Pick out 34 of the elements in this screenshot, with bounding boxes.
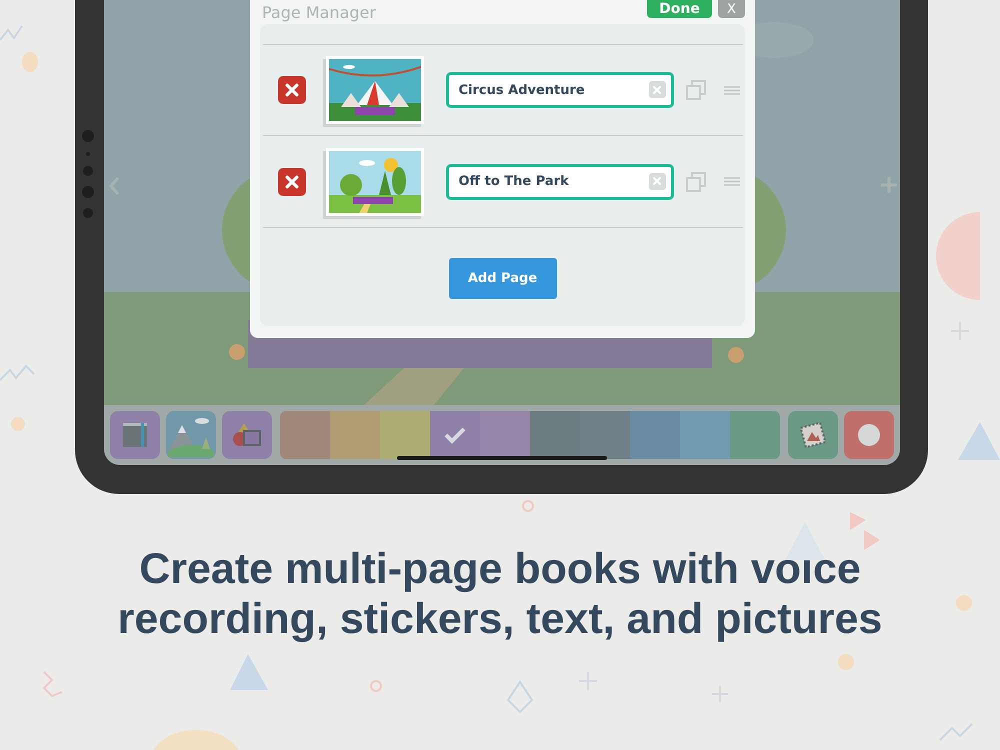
tool-button[interactable] — [110, 411, 160, 459]
tool-button[interactable] — [222, 411, 272, 459]
color-swatch[interactable] — [630, 411, 680, 459]
color-swatch[interactable] — [380, 411, 430, 459]
zigzag-decoration — [0, 25, 23, 41]
ring-decoration — [522, 500, 534, 512]
zigzag-decoration — [0, 364, 35, 381]
triangle-decoration — [958, 422, 1000, 460]
color-swatch[interactable] — [330, 411, 380, 459]
dot-decoration — [11, 417, 25, 431]
dot-decoration — [838, 654, 854, 670]
tool-button[interactable] — [166, 411, 216, 459]
ring-decoration — [370, 680, 382, 692]
color-swatch[interactable] — [730, 411, 780, 459]
color-swatch[interactable] — [430, 411, 480, 459]
diamond-decoration — [506, 680, 534, 714]
zigzag-decoration — [939, 723, 973, 741]
shapes-icon — [230, 421, 264, 449]
sticker-button[interactable] — [788, 411, 838, 459]
color-swatch[interactable] — [480, 411, 530, 459]
headline: Create multi-page books with voice recording, stickers, text, and pictures — [116, 544, 884, 644]
triangle-decoration — [230, 654, 268, 690]
record-button[interactable] — [844, 411, 894, 459]
color-swatch[interactable] — [680, 411, 730, 459]
book-icon — [121, 421, 149, 449]
check-icon — [443, 426, 467, 444]
dot-decoration — [956, 595, 972, 611]
zigzag-decoration — [42, 671, 62, 698]
triangles-decoration — [850, 512, 880, 550]
color-swatch[interactable] — [580, 411, 630, 459]
dot-decoration — [22, 52, 38, 72]
color-swatch[interactable] — [530, 411, 580, 459]
record-icon — [857, 423, 881, 447]
color-swatch[interactable] — [280, 411, 330, 459]
